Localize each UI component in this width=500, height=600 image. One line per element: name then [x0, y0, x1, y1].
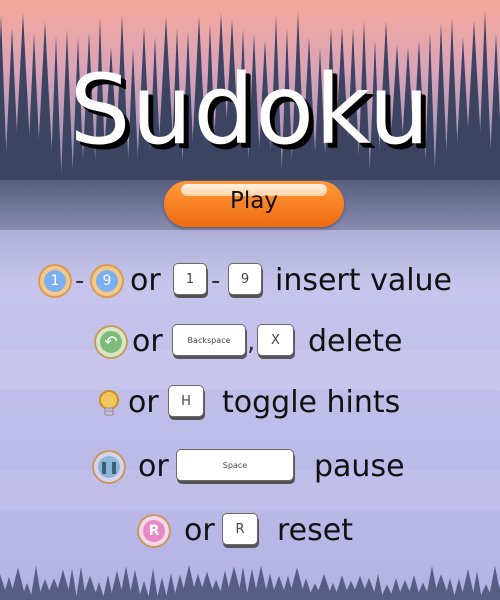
or-label: or [184, 513, 215, 548]
game-title: Sudoku [69, 54, 431, 166]
action-label: delete [308, 324, 403, 359]
or-label: or [132, 324, 163, 359]
action-label: toggle hints [222, 385, 401, 420]
comma: , [247, 327, 256, 357]
number-9-icon: 9 [92, 266, 122, 296]
pause-icon: ❚❚ [94, 452, 124, 482]
play-button[interactable]: Play [164, 181, 344, 227]
key-x: X [257, 324, 294, 356]
control-row-pause: ❚❚ or Space pause [0, 445, 500, 489]
reset-r-icon: R [139, 516, 169, 546]
key-r: R [222, 513, 258, 545]
control-row-insert: 1 - 9 or 1 - 9 insert value [0, 259, 500, 303]
key-h: H [168, 385, 204, 417]
action-label: pause [314, 449, 405, 484]
or-label: or [128, 385, 159, 420]
key-space: Space [176, 449, 294, 481]
number-1-icon: 1 [40, 266, 70, 296]
control-row-hints: or H toggle hints [0, 381, 500, 425]
range-dash: - [75, 266, 85, 296]
key-9: 9 [228, 263, 262, 295]
or-label: or [138, 449, 169, 484]
action-label: reset [277, 513, 353, 548]
or-label: or [130, 263, 161, 298]
control-row-reset: R or R reset [0, 509, 500, 553]
control-row-delete: ↶ or Backspace , X delete [0, 320, 500, 364]
key-1: 1 [173, 263, 207, 295]
play-button-label: Play [230, 188, 278, 214]
undo-arrow-icon: ↶ [96, 327, 126, 357]
action-label: insert value [275, 263, 453, 298]
range-dash: - [211, 266, 221, 296]
key-backspace: Backspace [172, 324, 246, 356]
lightbulb-icon [94, 388, 124, 418]
